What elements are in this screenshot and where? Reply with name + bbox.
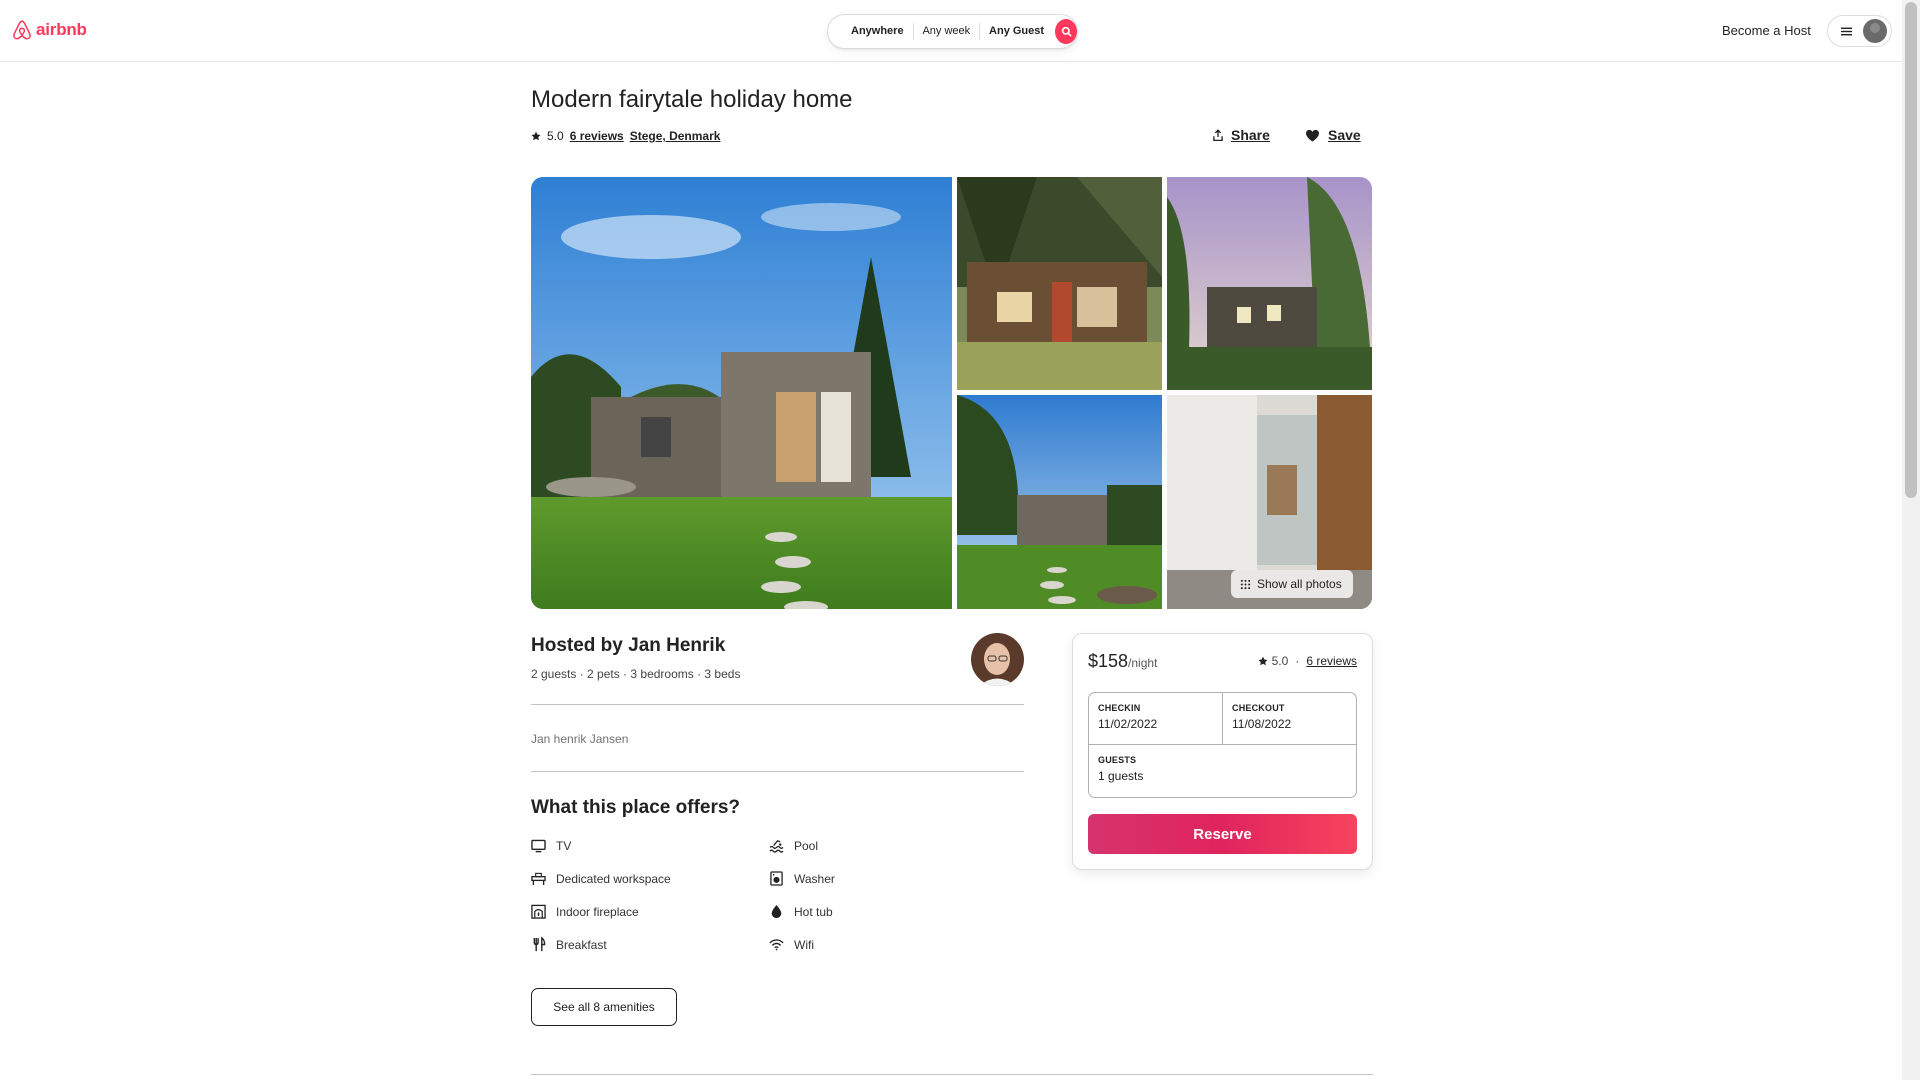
amenity-label: Indoor fireplace	[556, 904, 639, 919]
guests-field[interactable]: GUESTS 1 guests	[1089, 745, 1356, 797]
listing-title: Modern fairytale holiday home	[531, 86, 853, 113]
checkin-value: 11/02/2022	[1098, 717, 1158, 731]
house-dusk-photo	[1167, 177, 1372, 390]
search-anywhere[interactable]: Anywhere	[842, 23, 913, 40]
heart-icon	[1306, 129, 1319, 142]
amenity-label: Wifi	[794, 937, 814, 952]
amenity-workspace: Dedicated workspace	[531, 871, 671, 886]
booking-card: $158/night 5.0 · 6 reviews CHECKIN 11/02…	[1072, 633, 1373, 870]
checkout-value: 11/08/2022	[1232, 717, 1292, 731]
checkout-label: CHECKOUT	[1232, 703, 1285, 713]
listing-rating: 5.0	[547, 129, 564, 143]
checkin-label: CHECKIN	[1098, 703, 1141, 713]
amenity-label: Hot tub	[794, 904, 833, 919]
rating-separator: ·	[1295, 654, 1300, 668]
amenity-tv: TV	[531, 838, 571, 853]
grid-icon	[1240, 579, 1251, 589]
search-icon	[1061, 26, 1071, 37]
amenity-hot-tub: Hot tub	[769, 904, 833, 919]
amenity-label: Pool	[794, 838, 819, 853]
listing-photo-3[interactable]	[1167, 177, 1372, 390]
guests-label: GUESTS	[1098, 755, 1137, 765]
top-navbar: airbnb Anywhere Any week Any Guest Becom…	[0, 0, 1902, 62]
amenity-pool: Pool	[769, 838, 818, 853]
checkout-field[interactable]: CHECKOUT 11/08/2022	[1223, 693, 1357, 745]
host-full-name: Jan henrik Jansen	[531, 732, 629, 746]
house-exterior-photo	[531, 177, 952, 609]
star-icon	[1258, 656, 1268, 666]
amenity-washer: Washer	[769, 871, 835, 886]
reviews-link[interactable]: 6 reviews	[570, 129, 624, 143]
show-all-photos-button[interactable]: Show all photos	[1231, 570, 1353, 598]
house-forest-photo	[957, 177, 1162, 390]
amenity-label: Breakfast	[556, 937, 607, 952]
divider	[531, 704, 1024, 705]
amenities-heading: What this place offers?	[531, 797, 741, 818]
house-garden-photo	[957, 395, 1162, 609]
divider	[531, 771, 1024, 772]
share-label: Share	[1231, 127, 1270, 143]
save-label: Save	[1328, 127, 1361, 143]
location-link[interactable]: Stege, Denmark	[630, 129, 721, 143]
scrollbar-thumb[interactable]	[1905, 2, 1917, 498]
card-reviews-link[interactable]: 6 reviews	[1306, 654, 1357, 668]
amenity-breakfast: Breakfast	[531, 937, 607, 952]
amenity-wifi: Wifi	[769, 937, 814, 952]
guests-value: 1 guests	[1098, 769, 1144, 783]
per-night-label: /night	[1128, 656, 1158, 670]
wifi-icon	[769, 937, 784, 952]
share-button[interactable]: Share	[1212, 127, 1270, 143]
host-portrait	[971, 633, 1024, 686]
breakfast-icon	[531, 937, 546, 952]
listing-capacity: 2 guests · 2 pets · 3 bedrooms · 3 beds	[531, 667, 741, 681]
pool-icon	[769, 838, 784, 853]
logo-text: airbnb	[36, 20, 87, 39]
search-button[interactable]	[1055, 19, 1077, 44]
user-menu-button[interactable]	[1827, 15, 1892, 47]
user-avatar	[1863, 19, 1887, 43]
share-icon	[1213, 128, 1223, 141]
airbnb-logo[interactable]: airbnb	[12, 19, 87, 41]
search-bar[interactable]: Anywhere Any week Any Guest	[827, 14, 1078, 49]
tv-icon	[531, 838, 546, 853]
hot-tub-icon	[769, 904, 784, 919]
star-icon	[531, 131, 541, 141]
reserve-button[interactable]: Reserve	[1088, 814, 1357, 854]
page-scrollbar[interactable]	[1902, 0, 1920, 1080]
workspace-icon	[531, 871, 546, 886]
see-all-amenities-button[interactable]: See all 8 amenities	[531, 988, 677, 1026]
show-all-photos-label: Show all photos	[1257, 577, 1342, 591]
amenity-fireplace: Indoor fireplace	[531, 904, 639, 919]
search-any-week[interactable]: Any week	[913, 23, 979, 40]
amenity-label: Dedicated workspace	[556, 871, 671, 886]
airbnb-logo-icon	[13, 20, 31, 40]
save-button[interactable]: Save	[1305, 127, 1361, 143]
become-host-link[interactable]: Become a Host	[1722, 23, 1811, 38]
washer-icon	[769, 871, 784, 886]
listing-photo-4[interactable]	[957, 395, 1162, 609]
price-value: $158	[1088, 651, 1129, 671]
card-rating-value: 5.0	[1271, 654, 1289, 668]
nightly-price: $158/night	[1088, 651, 1157, 672]
search-any-guest[interactable]: Any Guest	[980, 23, 1053, 40]
fireplace-icon	[531, 904, 546, 919]
divider	[531, 1074, 1373, 1075]
checkin-field[interactable]: CHECKIN 11/02/2022	[1089, 693, 1223, 745]
hamburger-menu-icon	[1841, 27, 1852, 35]
card-rating: 5.0 · 6 reviews	[1258, 654, 1357, 668]
amenity-label: Washer	[794, 871, 835, 886]
hosted-by-heading: Hosted by Jan Henrik	[531, 635, 726, 656]
listing-meta: 5.0 6 reviews Stege, Denmark	[531, 129, 720, 143]
host-avatar[interactable]	[971, 633, 1024, 686]
listing-photo-2[interactable]	[957, 177, 1162, 390]
booking-date-guests-box: CHECKIN 11/02/2022 CHECKOUT 11/08/2022 G…	[1088, 692, 1357, 798]
amenity-label: TV	[556, 838, 572, 853]
listing-photo-main[interactable]	[531, 177, 952, 609]
